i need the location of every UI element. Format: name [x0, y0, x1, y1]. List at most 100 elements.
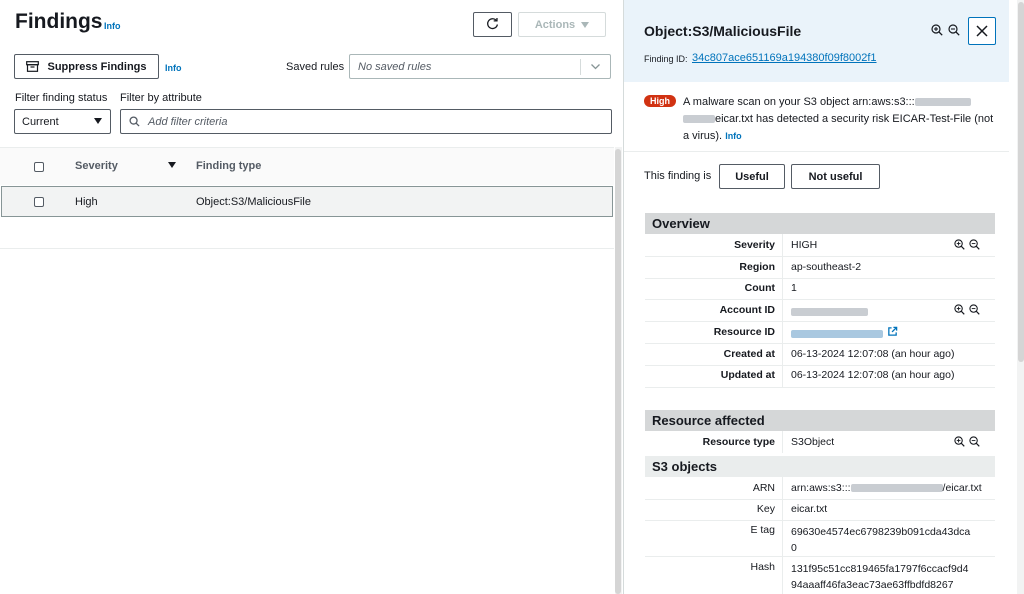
select-divider [580, 59, 581, 75]
etag-line-1: 69630e4574ec6798239b091cda43dca [791, 526, 971, 538]
resource-id-link[interactable] [791, 328, 883, 340]
finding-id-label: Finding ID: [644, 54, 688, 64]
close-icon [976, 25, 988, 37]
row-divider [645, 343, 995, 344]
resource-id-key: Resource ID [713, 326, 775, 338]
redacted-text [791, 330, 883, 339]
description-line-2: eicar.txt has detected a security risk E… [715, 113, 994, 125]
created-at-value: 06-13-2024 12:07:08 (an hour ago) [791, 348, 955, 360]
caret-down-icon [94, 118, 102, 124]
external-link-icon[interactable] [887, 326, 898, 337]
resource-type-zoom [954, 436, 980, 447]
zoom-in-icon[interactable] [954, 239, 965, 250]
filter-placeholder: Add filter criteria [148, 115, 228, 128]
detail-scrollbar[interactable] [1018, 2, 1024, 362]
region-key: Region [739, 261, 775, 273]
resource-type-key: Resource type [702, 436, 775, 448]
zoom-out-icon[interactable] [969, 239, 980, 250]
row-divider [645, 321, 995, 322]
actions-label: Actions [534, 18, 576, 31]
description-line-1: A malware scan on your S3 object arn:aws… [683, 96, 915, 108]
s3-objects-heading: S3 objects [645, 456, 995, 477]
updated-at-key: Updated at [720, 369, 775, 381]
saved-rules-label: Saved rules [286, 61, 345, 73]
redacted-text [914, 98, 971, 107]
chevron-down-icon [591, 64, 600, 70]
arn-suffix: /eicar.txt [942, 482, 982, 494]
severity-badge: High [644, 95, 676, 107]
saved-rules-select[interactable]: No saved rules [349, 54, 611, 79]
row-divider [645, 387, 995, 388]
arn-key: ARN [752, 482, 775, 494]
account-zoom [954, 304, 980, 315]
resource-type-value: S3Object [791, 436, 835, 448]
row-checkbox[interactable] [34, 197, 44, 207]
count-value: 1 [791, 282, 797, 294]
row-divider [645, 278, 995, 279]
findings-panel: Findings Info Actions Suppress Findings … [0, 0, 622, 594]
description-info-link[interactable]: Info [725, 131, 742, 141]
finding-status-select[interactable]: Current [14, 109, 111, 134]
hash-line-1: 131f95c51cc819465fa1797f6ccacf9d4 [791, 563, 969, 575]
zoom-in-icon[interactable] [954, 304, 965, 315]
zoom-in-icon[interactable] [954, 436, 965, 447]
hash-line-2: 94aaaff46fa3eac73ae63ffbdfd8267 [791, 579, 954, 591]
region-value: ap-southeast-2 [791, 261, 862, 273]
select-all-checkbox[interactable] [34, 162, 44, 172]
row-divider [645, 365, 995, 366]
row-severity: High [75, 196, 98, 208]
row-divider [645, 256, 995, 257]
column-header-severity[interactable]: Severity [75, 160, 118, 172]
row-divider [645, 499, 995, 500]
filter-status-label: Filter finding status [15, 92, 108, 104]
severity-key: Severity [734, 239, 775, 251]
filter-criteria-input[interactable]: Add filter criteria [120, 109, 612, 134]
key-value: eicar.txt [791, 503, 828, 515]
title-zoom-controls [931, 24, 960, 36]
key-key: Key [756, 503, 775, 515]
column-header-finding-type[interactable]: Finding type [196, 160, 261, 172]
saved-rules-placeholder: No saved rules [358, 60, 432, 73]
filter-attribute-label: Filter by attribute [120, 92, 202, 104]
caret-down-icon [581, 21, 590, 28]
row-divider [645, 299, 995, 300]
feedback-prompt: This finding is [644, 170, 712, 182]
refresh-button[interactable] [473, 12, 512, 37]
row-divider [645, 520, 995, 521]
sort-descending-icon[interactable] [168, 162, 176, 168]
zoom-in-icon[interactable] [931, 24, 943, 36]
not-useful-button[interactable]: Not useful [791, 164, 880, 189]
useful-button[interactable]: Useful [719, 164, 785, 189]
table-scrollbar[interactable] [615, 149, 621, 594]
finding-id-link[interactable]: 34c807ace651169a194380f09f8002f1 [692, 52, 877, 64]
updated-at-value: 06-13-2024 12:07:08 (an hour ago) [791, 369, 955, 381]
detail-title: Object:S3/MaliciousFile [644, 23, 802, 39]
overview-heading: Overview [645, 213, 995, 234]
zoom-out-icon[interactable] [948, 24, 960, 36]
redacted-text [791, 308, 868, 317]
suppress-label: Suppress Findings [47, 60, 147, 73]
zoom-out-icon[interactable] [969, 436, 980, 447]
title-info-link[interactable]: Info [104, 21, 121, 31]
etag-line-2: 0 [791, 542, 797, 554]
row-finding-type[interactable]: Object:S3/MaliciousFile [196, 196, 311, 208]
arn-prefix: arn:aws:s3::: [791, 482, 851, 494]
status-value: Current [22, 115, 59, 128]
account-id-value [791, 306, 868, 318]
page-title: Findings [15, 10, 103, 33]
finding-description: A malware scan on your S3 object arn:aws… [683, 94, 1003, 145]
count-key: Count [744, 282, 775, 294]
zoom-out-icon[interactable] [969, 304, 980, 315]
table-divider [782, 431, 783, 453]
close-button[interactable] [968, 17, 996, 45]
row-divider [645, 556, 995, 557]
description-line-3: a virus). [683, 130, 723, 142]
actions-button[interactable]: Actions [518, 12, 606, 37]
hash-key: Hash [750, 561, 775, 573]
redacted-text [683, 115, 715, 124]
account-id-key: Account ID [719, 304, 775, 316]
hash-value: 131f95c51cc819465fa1797f6ccacf9d4 94aaaff… [791, 561, 968, 593]
etag-value: 69630e4574ec6798239b091cda43dca 0 [791, 524, 970, 556]
suppress-findings-button[interactable]: Suppress Findings [14, 54, 159, 79]
suppress-info-link[interactable]: Info [165, 63, 182, 73]
